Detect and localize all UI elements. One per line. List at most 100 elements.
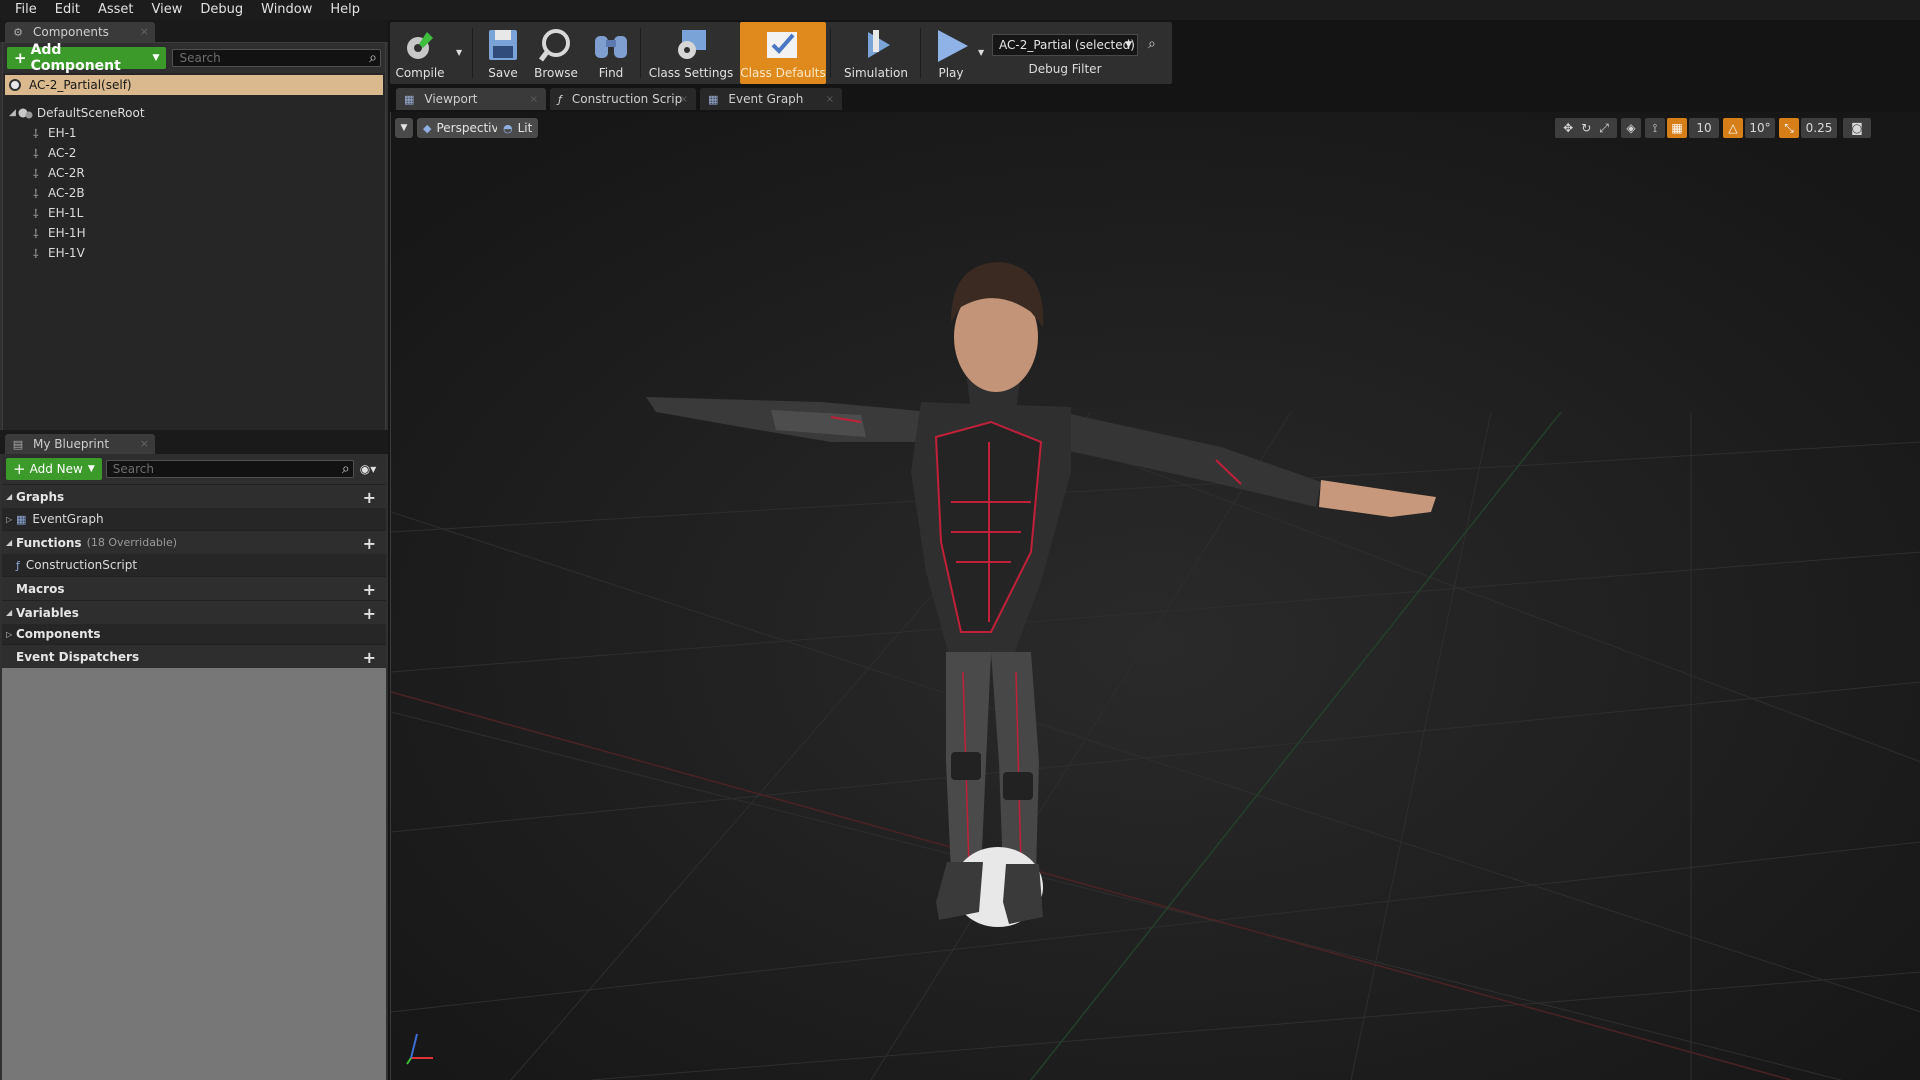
menu-asset[interactable]: Asset [89,0,143,20]
self-component-label: AC-2_Partial(self) [29,78,132,92]
class-settings-label: Class Settings [648,66,734,80]
compile-options-caret-icon[interactable]: ▼ [456,48,462,57]
tree-root-row[interactable]: ◢ DefaultSceneRoot [3,103,385,123]
construction-script-entry[interactable]: ƒ ConstructionScript [2,554,386,576]
chevron-down-icon: ▼ [400,123,408,133]
browse-magnifier-icon [538,28,574,65]
save-button[interactable]: Save [478,22,528,84]
save-label: Save [488,66,518,80]
chevron-down-icon: ▼ [152,53,160,63]
tree-item[interactable]: ⸸ EH-1 [3,123,385,143]
translate-icon[interactable]: ✥ [1563,121,1573,135]
tree-item-label: EH-1L [48,206,84,220]
rotation-snap-toggle[interactable]: △ [1723,118,1743,138]
search-icon[interactable]: ⌕ [342,461,350,477]
tree-item[interactable]: ⸸ EH-1H [3,223,385,243]
scale-snap-icon: ⤡ [1784,120,1794,135]
close-icon[interactable]: × [140,437,149,450]
lit-button[interactable]: ◓ Lit [497,118,539,138]
grid-snap-value[interactable]: 10 [1689,118,1719,138]
viewport-options-button[interactable]: ▼ [395,118,413,138]
surface-snap-toggle[interactable]: ⟟ [1645,118,1665,138]
functions-label: Functions [16,535,82,550]
expand-arrow-icon[interactable]: ◢ [9,108,16,118]
category-functions[interactable]: ◢ Functions (18 Overridable) + [2,530,386,554]
view-options-eye-icon[interactable]: ◉▾ [360,462,377,476]
menu-help[interactable]: Help [321,0,369,20]
world-local-toggle[interactable]: ◈ [1621,118,1641,138]
viewport[interactable]: ▼ ◆ Perspective ◓ Lit ✥ ↻ ⤢ ◈ ⟟ ▦ 10 △ 1… [390,112,1920,1080]
grid-snap-toggle[interactable]: ▦ [1667,118,1687,138]
tab-my-blueprint[interactable]: ▤ My Blueprint × [5,434,155,454]
close-icon[interactable]: × [530,94,538,105]
scale-icon[interactable]: ⤢ [1599,121,1609,136]
tree-item[interactable]: ⸸ AC-2 [3,143,385,163]
tree-item[interactable]: ⸸ AC-2B [3,183,385,203]
tree-item[interactable]: ⸸ EH-1V [3,243,385,263]
play-label: Play [938,66,964,80]
search-icon[interactable]: ⌕ [369,50,377,66]
tree-item[interactable]: ⸸ EH-1L [3,203,385,223]
category-variables[interactable]: ◢ Variables + [2,600,386,624]
close-icon[interactable]: × [680,94,688,105]
camera-speed-button[interactable]: ◙ [1843,118,1871,138]
category-graphs[interactable]: ◢ Graphs + [2,484,386,508]
add-new-button[interactable]: + Add New ▼ [6,458,102,480]
expand-arrow-icon: ◢ [6,608,13,617]
tab-event-graph[interactable]: ▦ Event Graph × [700,88,842,110]
add-dispatcher-plus-icon[interactable]: + [363,648,376,667]
debug-filter-dropdown[interactable]: AC-2_Partial (selected) ▼ [992,34,1138,56]
menu-window[interactable]: Window [252,0,321,20]
close-icon[interactable]: × [826,94,834,105]
rotate-icon[interactable]: ↻ [1581,121,1591,135]
add-macro-plus-icon[interactable]: + [363,580,376,599]
category-event-dispatchers[interactable]: Event Dispatchers + [2,644,386,668]
scale-snap-toggle[interactable]: ⤡ [1779,118,1799,138]
menu-file[interactable]: File [6,0,46,20]
tab-construction-script[interactable]: ƒ Construction Scrip × [550,88,696,110]
class-defaults-label: Class Defaults [740,66,826,80]
simulation-button[interactable]: Simulation [836,22,916,84]
category-components[interactable]: ▷ Components [2,624,386,644]
components-tabstrip: ⚙ Components × [0,20,388,42]
menu-view[interactable]: View [143,0,192,20]
class-settings-gear-icon [672,28,710,65]
class-defaults-checklist-icon [763,28,803,65]
blueprint-self-icon [9,79,21,91]
add-graph-plus-icon[interactable]: + [363,488,376,507]
play-options-caret-icon[interactable]: ▼ [978,48,984,57]
add-component-button[interactable]: + Add Component ▼ [7,42,167,74]
rotation-snap-value[interactable]: 10° [1745,118,1775,138]
play-button[interactable]: Play [926,22,976,84]
collapsed-arrow-icon: ▷ [6,629,13,639]
close-icon[interactable]: × [140,25,149,38]
plus-icon: + [13,460,26,478]
browse-button[interactable]: Browse [530,22,582,84]
blueprint-search-input[interactable]: Search ⌕ [105,460,354,478]
compile-button[interactable]: Compile [392,22,448,84]
category-macros[interactable]: Macros + [2,576,386,600]
add-function-plus-icon[interactable]: + [363,534,376,553]
tree-item-label: AC-2R [48,166,85,180]
menu-edit[interactable]: Edit [46,0,89,20]
tab-components[interactable]: ⚙ Components × [5,22,155,42]
tree-item-label: AC-2 [48,146,77,160]
blueprint-search-placeholder: Search [112,462,154,476]
tab-viewport[interactable]: ▦ Viewport × [396,88,546,110]
tree-item[interactable]: ⸸ AC-2R [3,163,385,183]
toolbar-separator [920,28,921,78]
play-icon [932,28,970,67]
self-component-row[interactable]: AC-2_Partial(self) [5,75,383,95]
blueprint-tab-label: My Blueprint [33,437,110,451]
event-graph-entry[interactable]: ▷ ▦ EventGraph [2,508,386,530]
components-search-input[interactable]: Search ⌕ [172,49,381,67]
tab-viewport-label: Viewport [424,92,478,106]
class-settings-button[interactable]: Class Settings [646,22,736,84]
left-column: ⚙ Components × + Add Component ▼ Search … [0,20,388,1080]
scale-snap-value[interactable]: 0.25 [1801,118,1837,138]
class-defaults-button[interactable]: Class Defaults [740,22,826,84]
menu-debug[interactable]: Debug [191,0,252,20]
add-variable-plus-icon[interactable]: + [363,604,376,623]
debug-search-icon[interactable]: ⌕ [1148,36,1156,52]
find-button[interactable]: Find [586,22,636,84]
